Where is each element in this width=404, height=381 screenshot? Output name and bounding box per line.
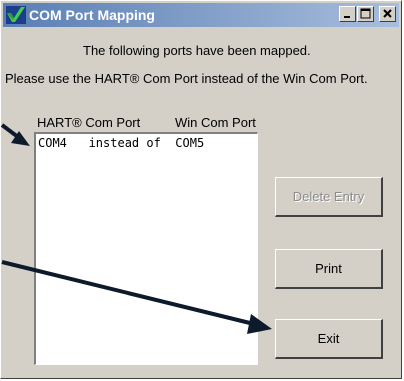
delete-entry-button[interactable]: Delete Entry: [275, 177, 383, 217]
maximize-button[interactable]: [357, 6, 374, 22]
screenshot-stage: COM Port Mapping The following ports hav…: [0, 0, 404, 381]
com-port-mapping-window: COM Port Mapping The following ports hav…: [0, 0, 402, 379]
window-title: COM Port Mapping: [29, 7, 155, 23]
minimize-button[interactable]: [339, 6, 356, 22]
hart-com-port-header: HART® Com Port: [37, 115, 141, 130]
port-mapping-list[interactable]: COM4 instead of COM5: [34, 132, 258, 365]
close-button[interactable]: [379, 6, 396, 22]
minimize-icon: [344, 16, 350, 18]
maximize-icon: [360, 8, 371, 19]
list-item[interactable]: COM4 instead of COM5: [38, 136, 204, 150]
checkmark-logo-icon: [6, 6, 26, 24]
win-com-port-header: Win Com Port: [175, 115, 256, 130]
info-message-line2: Please use the HART® Com Port instead of…: [5, 71, 368, 86]
print-button[interactable]: Print: [275, 249, 383, 289]
title-bar[interactable]: COM Port Mapping: [3, 3, 399, 27]
close-icon: [383, 9, 392, 18]
exit-button[interactable]: Exit: [275, 319, 383, 359]
info-message-line1: The following ports have been mapped.: [83, 43, 311, 58]
